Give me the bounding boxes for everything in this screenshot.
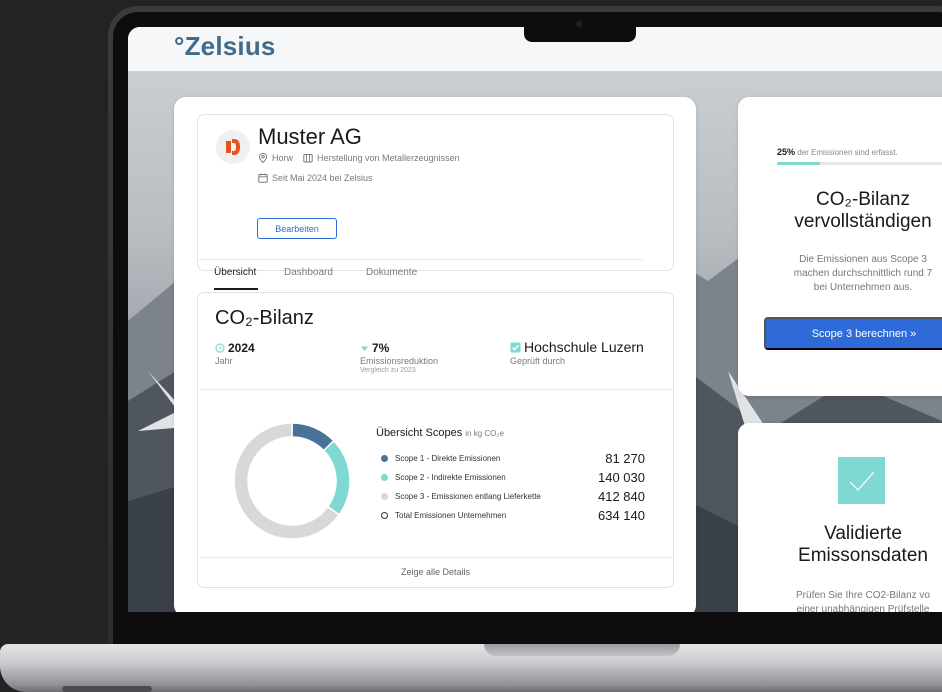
scope-3-label: Scope 3 - Emissionen entlang Lieferkette	[395, 492, 541, 501]
company-since-row: Seit Mai 2024 bei Zelsius	[258, 173, 373, 183]
donut-slice-scope-2	[322, 439, 351, 516]
scope-row-3: Scope 3 - Emissionen entlang Lieferkette	[381, 492, 541, 501]
company-location: Horw	[272, 153, 294, 163]
laptop-base	[0, 644, 942, 692]
complete-title-1: CO₂-Bilanz	[816, 189, 910, 210]
validated-text-2: einer unabhängigen Prüfstelle	[796, 604, 930, 612]
show-details-link[interactable]: Zeige alle Details	[198, 567, 673, 577]
laptop-base-groove	[484, 644, 680, 656]
camera-notch	[524, 12, 636, 42]
scope-row-total: Total Emissionen Unternehmen	[381, 511, 506, 520]
co2-divider	[198, 389, 673, 390]
reduction-value: 7%	[372, 341, 390, 355]
scope-1-label: Scope 1 - Direkte Emissionen	[395, 454, 501, 463]
scope-row-2: Scope 2 - Indirekte Emissionen	[381, 473, 506, 482]
details-divider	[198, 557, 673, 558]
progress-bar	[777, 162, 942, 165]
complete-text-3: bei Unternehmen aus.	[813, 282, 913, 293]
active-tab-indicator	[214, 288, 258, 290]
validated-title-2: Emissonsdaten	[798, 545, 928, 566]
scope-1-value: 81 270	[605, 451, 645, 466]
auditor-label: Geprüft durch	[510, 356, 566, 366]
laptop-mockup: °Zelsius Muster AG Horw Herstellung von …	[0, 0, 942, 692]
scope-1-swatch	[381, 455, 388, 462]
scopes-title: Übersicht Scopes in kg CO₂e	[376, 427, 504, 439]
tab-dashboard[interactable]: Dashboard	[284, 267, 333, 278]
scope-3-value: 412 840	[598, 489, 645, 504]
triangle-down-icon	[361, 346, 368, 351]
company-since: Seit Mai 2024 bei Zelsius	[272, 173, 373, 183]
complete-text-2: machen durchschnittlich rund 7	[793, 268, 933, 279]
scope3-calculate-button[interactable]: Scope 3 berechnen »	[764, 317, 942, 350]
validated-data-card: Validierte Emissonsdaten Prüfen Sie Ihre…	[738, 423, 942, 612]
calendar-icon	[258, 173, 268, 183]
co2-balance-title: CO₂-Bilanz	[215, 307, 314, 329]
scopes-donut-chart	[233, 422, 351, 540]
reduction-sub: Vergleich zu 2023	[360, 367, 416, 374]
scope-3-swatch	[381, 493, 388, 500]
year-label: Jahr	[215, 356, 233, 366]
total-swatch	[381, 512, 388, 519]
complete-title-2: vervollständigen	[794, 211, 932, 232]
scope-2-label: Scope 2 - Indirekte Emissionen	[395, 473, 506, 482]
reduction-stat: 7%	[360, 341, 389, 355]
progress-caption: der Emissionen sind erfasst.	[797, 148, 898, 157]
scope-2-value: 140 030	[598, 470, 645, 485]
validated-text-1: Prüfen Sie Ihre CO2-Bilanz vo	[796, 590, 930, 601]
company-profile: Muster AG Horw Herstellung von Metallerz…	[197, 114, 674, 290]
company-industry: Herstellung von Metallerzeugnissen	[317, 153, 460, 163]
total-value: 634 140	[598, 508, 645, 523]
clock-icon	[215, 343, 225, 353]
complete-balance-card: 25% der Emissionen sind erfasst. CO₂-Bil…	[738, 97, 942, 396]
scopes-title-text: Übersicht Scopes	[376, 427, 463, 439]
company-name: Muster AG	[258, 124, 362, 149]
tab-overview[interactable]: Übersicht	[214, 267, 256, 278]
progress-percent: 25%	[777, 147, 796, 157]
company-overview-card: Muster AG Horw Herstellung von Metallerz…	[174, 97, 696, 612]
company-meta: Horw Herstellung von Metallerzeugnissen	[258, 153, 460, 163]
complete-text-1: Die Emissionen aus Scope 3	[799, 254, 927, 265]
factory-icon	[303, 154, 313, 163]
location-pin-icon	[258, 153, 268, 163]
year-value: 2024	[228, 341, 255, 355]
edit-button[interactable]: Bearbeiten	[257, 218, 337, 239]
tabs-divider	[198, 259, 643, 260]
company-logo-icon	[216, 130, 250, 164]
app-screen: °Zelsius Muster AG Horw Herstellung von …	[128, 27, 942, 612]
laptop-foot	[62, 686, 152, 692]
auditor-stat: Hochschule Luzern	[510, 339, 644, 355]
scopes-unit: in kg CO₂e	[465, 429, 504, 438]
co2-balance-panel: CO₂-Bilanz 2024 Jahr 7% Emissionsredukti…	[197, 292, 674, 588]
checkmark-icon	[838, 457, 885, 504]
auditor-value: Hochschule Luzern	[524, 339, 644, 355]
checkbox-icon	[510, 342, 521, 352]
year-stat: 2024	[215, 341, 255, 355]
scope-2-swatch	[381, 474, 388, 481]
scope-row-1: Scope 1 - Direkte Emissionen	[381, 454, 500, 463]
app-logo[interactable]: °Zelsius	[174, 31, 276, 62]
progress-fill	[777, 162, 820, 165]
tab-documents[interactable]: Dokumente	[366, 267, 417, 278]
validated-title-1: Validierte	[824, 523, 902, 544]
reduction-label: Emissionsreduktion	[360, 356, 439, 366]
total-label: Total Emissionen Unternehmen	[395, 511, 507, 520]
progress-text: 25% der Emissionen sind erfasst.	[777, 147, 898, 157]
camera-icon	[576, 21, 582, 27]
